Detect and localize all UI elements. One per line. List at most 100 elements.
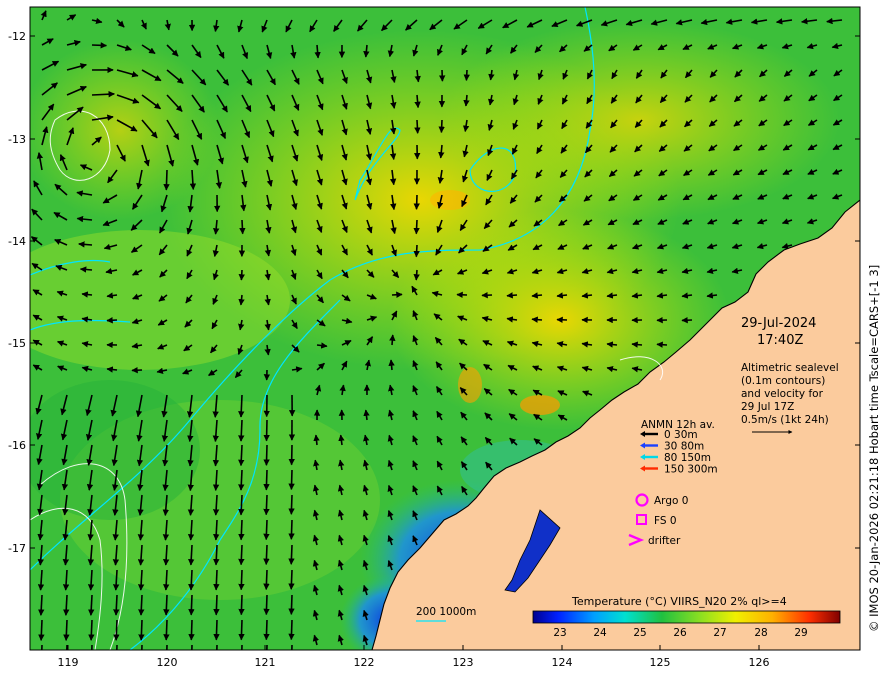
y-tick-label: -12	[8, 30, 26, 43]
velocity-arrow	[238, 419, 245, 442]
velocity-arrow	[216, 644, 218, 650]
credit-text: © IMOS 20-Jan-2026 02:21:18 Hobart time …	[867, 265, 880, 632]
x-tick-label: 125	[650, 656, 671, 669]
y-tick-label: -16	[8, 439, 26, 452]
velocity-arrow	[79, 266, 93, 273]
x-tick-label: 126	[749, 656, 770, 669]
velocity-arrow	[438, 119, 445, 134]
velocity-arrow	[163, 169, 170, 191]
velocity-arrow	[106, 366, 118, 373]
velocity-arrow	[138, 594, 145, 616]
velocity-arrow	[313, 434, 320, 446]
velocity-arrow	[288, 519, 295, 540]
velocity-arrow	[63, 619, 70, 641]
velocity-arrow	[288, 569, 295, 590]
velocity-arrow	[238, 294, 245, 306]
velocity-arrow	[238, 494, 245, 516]
velocity-arrow	[414, 119, 421, 134]
velocity-arrow	[531, 292, 543, 299]
colorbar-tick-label: 25	[633, 627, 646, 639]
sst-map: Temperature (°C) VIIRS_N20 2% ql>=4 23 24…	[8, 6, 880, 669]
x-tick-label: 119	[58, 656, 79, 669]
velocity-arrow	[263, 469, 270, 491]
velocity-arrow	[188, 569, 195, 591]
velocity-arrow	[291, 644, 293, 650]
y-tick-label: -17	[8, 542, 26, 555]
colorbar-tick-label: 29	[794, 627, 807, 639]
velocity-arrow	[263, 444, 270, 466]
anmn-item-label: 0 30m	[664, 429, 698, 441]
velocity-arrow	[163, 619, 170, 641]
velocity-arrow	[413, 244, 420, 258]
x-tick-label: 120	[157, 656, 178, 669]
colorbar-tick-label: 26	[673, 627, 687, 639]
velocity-arrow	[141, 644, 143, 650]
velocity-arrow	[88, 594, 95, 616]
date-label: 29-Jul-2024	[741, 316, 816, 331]
velocity-arrow	[413, 194, 420, 210]
y-tick-label: -14	[8, 235, 26, 248]
velocity-arrow	[556, 292, 568, 299]
velocity-arrow	[238, 569, 245, 591]
altimetry-line-3: and velocity for	[741, 388, 824, 400]
velocity-arrow	[413, 269, 420, 281]
velocity-arrow	[531, 316, 543, 323]
drifter-label: drifter	[648, 535, 681, 547]
velocity-arrow	[263, 519, 270, 541]
velocity-arrow	[91, 42, 108, 49]
velocity-arrow	[263, 544, 270, 566]
velocity-arrow	[388, 359, 395, 371]
altimetry-line-5: 0.5m/s (1kt 24h)	[741, 414, 829, 426]
velocity-arrow	[288, 544, 295, 565]
map-plot-area: Temperature (°C) VIIRS_N20 2% ql>=4 23 24…	[30, 7, 860, 650]
velocity-arrow	[113, 619, 120, 641]
velocity-arrow	[238, 519, 245, 541]
velocity-arrow	[238, 594, 245, 616]
velocity-arrow	[213, 569, 220, 591]
velocity-arrow	[238, 544, 245, 566]
velocity-arrow	[91, 90, 115, 98]
x-tick-label: 124	[552, 656, 573, 669]
colorbar-tick-label: 28	[754, 627, 767, 639]
time-label: 17:40Z	[757, 333, 803, 348]
velocity-arrow	[213, 519, 220, 541]
velocity-arrow	[238, 444, 245, 467]
velocity-arrow	[213, 619, 220, 641]
velocity-arrow	[288, 594, 295, 615]
velocity-arrow	[81, 291, 93, 298]
velocity-arrow	[38, 619, 45, 641]
y-tick-label: -15	[8, 337, 26, 350]
altimetry-line-1: Altimetric sealevel	[741, 362, 839, 374]
velocity-arrow	[238, 394, 245, 418]
velocity-arrow	[138, 619, 145, 641]
argo-label: Argo 0	[654, 495, 688, 507]
anmn-item-label: 80 150m	[664, 452, 711, 464]
velocity-arrow	[213, 544, 220, 566]
altimetry-line-4: 29 Jul 17Z	[741, 401, 794, 413]
velocity-arrow	[188, 544, 195, 566]
x-tick-label: 123	[453, 656, 474, 669]
velocity-arrow	[188, 619, 195, 641]
velocity-arrow	[238, 469, 245, 491]
velocity-arrow	[263, 619, 270, 641]
velocity-arrow	[463, 69, 470, 81]
velocity-arrow	[63, 594, 70, 616]
velocity-arrow	[263, 419, 270, 442]
velocity-arrow	[191, 644, 193, 650]
contour-legend-label: 200 1000m	[416, 606, 476, 618]
velocity-arrow	[314, 44, 321, 59]
colorbar-tick-label: 23	[553, 627, 566, 639]
velocity-arrow	[116, 644, 118, 650]
colorbar-tick-label: 27	[713, 627, 726, 639]
fs-label: FS 0	[654, 515, 677, 527]
velocity-arrow	[88, 619, 95, 641]
velocity-arrow	[631, 341, 643, 348]
velocity-arrow	[288, 494, 295, 515]
colorbar-gradient	[532, 610, 841, 624]
velocity-arrow	[389, 334, 396, 346]
velocity-arrow	[113, 594, 120, 616]
velocity-arrow	[163, 569, 170, 591]
velocity-arrow	[78, 241, 93, 248]
velocity-arrow	[91, 644, 93, 650]
velocity-arrow	[213, 594, 220, 616]
